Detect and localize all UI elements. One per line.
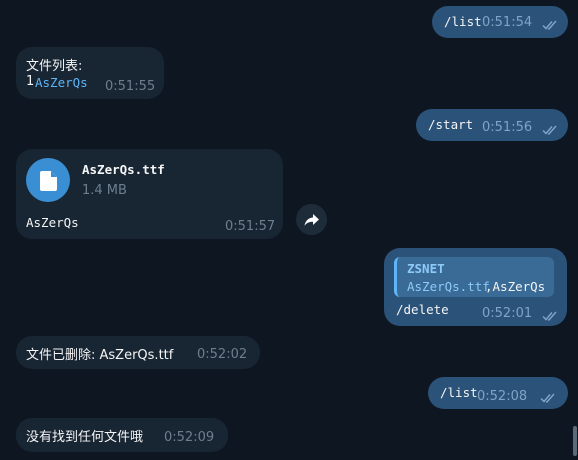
double-check-icon [540,393,555,403]
outgoing-reply-message[interactable]: ZSNET AsZerQs.ttf ,AsZerQs /delete 0:52:… [384,248,567,326]
message-time: 0:51:54 [482,15,533,30]
message-time: 0:52:09 [164,430,215,445]
double-check-icon [542,20,557,30]
file-icon[interactable] [26,158,70,202]
command-link[interactable]: /list [440,385,478,400]
incoming-file-message[interactable]: AsZerQs.ttf 1.4 MB AsZerQs 0:51:57 [16,149,283,239]
reply-author: ZSNET [407,261,445,276]
message-time: 0:52:01 [482,306,533,321]
message-time: 0:51:57 [225,219,276,234]
reply-file-link[interactable]: AsZerQs.ttf [407,279,490,294]
file-name[interactable]: AsZerQs.ttf [82,162,165,177]
double-check-icon [542,125,557,135]
command-link[interactable]: /list [444,14,482,29]
file-link[interactable]: AsZerQs [35,75,88,90]
scrollbar-thumb[interactable] [573,426,577,456]
incoming-message[interactable]: 文件列表: 1 AsZerQs 0:51:55 [16,47,164,99]
file-caption: AsZerQs [26,215,79,230]
incoming-message[interactable]: 没有找到任何文件哦 0:52:09 [16,418,228,452]
message-text: 文件列表: [26,59,83,74]
list-number: 1 [26,74,35,89]
file-size: 1.4 MB [82,183,127,198]
command-link[interactable]: /delete [396,302,449,317]
reply-quote[interactable]: ZSNET AsZerQs.ttf ,AsZerQs [394,257,554,297]
chat-area: /list 0:51:54 文件列表: 1 AsZerQs 0:51:55 /s… [0,0,572,460]
forward-button[interactable] [296,204,327,235]
message-time: 0:51:56 [482,120,533,135]
forward-icon [304,214,319,226]
message-time: 0:52:08 [477,389,528,404]
outgoing-message[interactable]: /start 0:51:56 [416,109,568,141]
message-time: 0:52:02 [197,347,248,362]
scrollbar[interactable] [572,0,578,460]
message-time: 0:51:55 [105,79,156,94]
incoming-message[interactable]: 文件已删除: AsZerQs.ttf 0:52:02 [16,336,260,369]
reply-text: ,AsZerQs [485,279,546,294]
outgoing-message[interactable]: /list 0:51:54 [432,6,568,38]
message-text: 没有找到任何文件哦 [26,430,144,445]
double-check-icon [542,311,557,321]
message-text: 文件已删除: AsZerQs.ttf [26,348,174,363]
outgoing-message[interactable]: /list 0:52:08 [428,377,568,409]
command-link[interactable]: /start [428,117,473,132]
